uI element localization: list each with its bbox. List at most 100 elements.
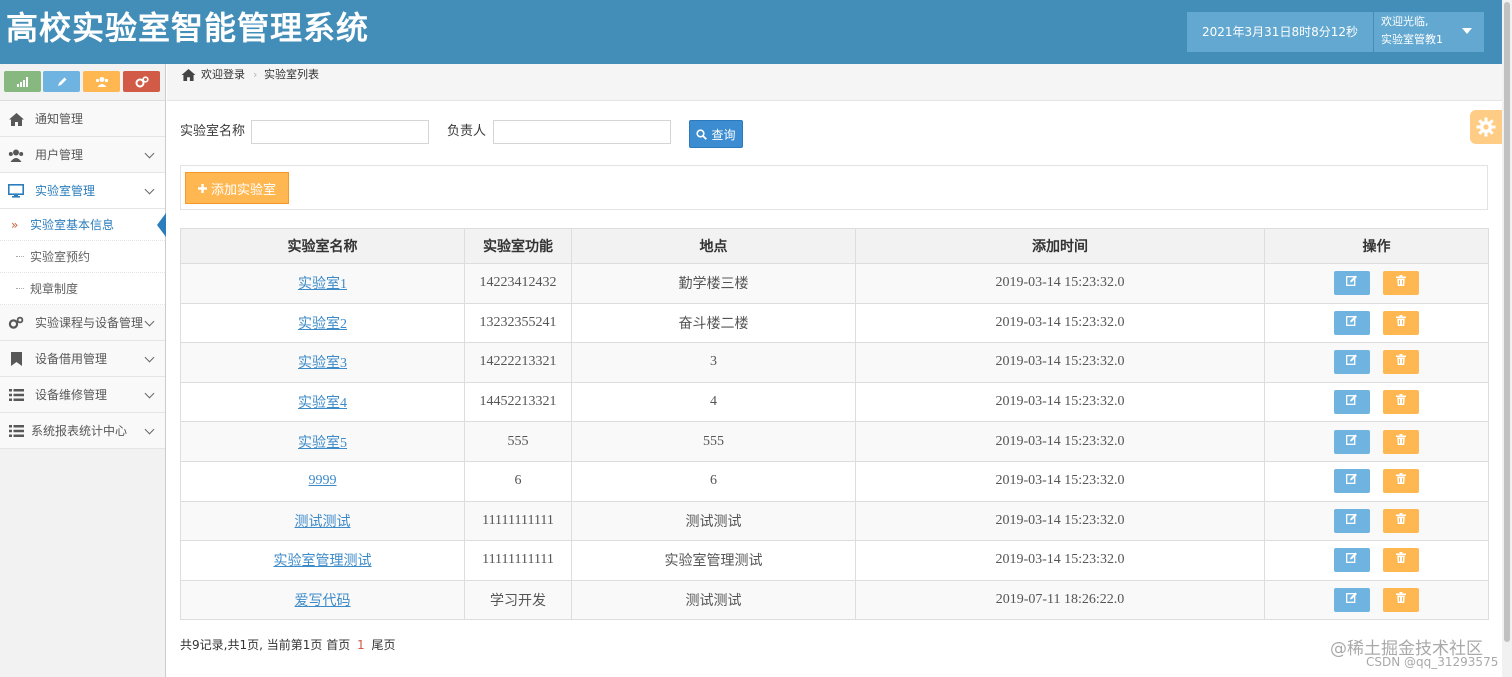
column-header-name: 实验室名称 <box>180 228 465 264</box>
search-button[interactable]: 查询 <box>689 120 743 148</box>
delete-button[interactable] <box>1383 310 1419 335</box>
chevron-down-icon <box>144 184 155 195</box>
delete-button[interactable] <box>1383 469 1419 494</box>
search-name-input[interactable] <box>251 120 429 144</box>
list-icon <box>8 423 24 439</box>
trash-icon <box>1396 275 1406 291</box>
lab-added-time-cell: 2019-03-14 15:23:32.0 <box>855 460 1265 502</box>
sidebar-subitem-lab-info[interactable]: » 实验室基本信息 <box>0 209 166 241</box>
breadcrumb-current: 实验室列表 <box>264 68 319 81</box>
home-icon <box>8 111 24 127</box>
signal-icon <box>16 76 28 87</box>
chevron-down-icon <box>144 316 155 327</box>
current-page-number[interactable]: 1 <box>357 638 365 652</box>
lab-name-link[interactable]: 实验室5 <box>298 436 347 451</box>
scrollbar-thumb[interactable] <box>1504 2 1510 642</box>
trash-icon <box>1396 552 1406 568</box>
edit-button[interactable] <box>1334 390 1370 415</box>
caret-down-icon <box>1462 28 1472 34</box>
vertical-scrollbar[interactable] <box>1502 0 1512 677</box>
pencil-icon <box>57 77 66 86</box>
sidebar-item-label: 设备借用管理 <box>35 352 108 366</box>
actions-cell <box>1264 500 1489 542</box>
edit-button[interactable] <box>1334 271 1370 296</box>
lab-name-cell: 实验室管理测试 <box>180 540 465 581</box>
sidebar-item-lab-management[interactable]: 实验室管理 <box>0 173 165 209</box>
delete-button[interactable] <box>1383 390 1419 415</box>
lab-name-link[interactable]: 9999 <box>309 473 337 488</box>
lab-name-cell: 实验室2 <box>180 302 465 344</box>
delete-button[interactable] <box>1383 588 1419 613</box>
sidebar-item-equipment-borrow[interactable]: 设备借用管理 <box>0 341 165 377</box>
lab-name-link[interactable]: 爱写代码 <box>295 594 351 609</box>
tree-line <box>16 288 24 289</box>
sidebar-subitem-rules[interactable]: 规章制度 <box>0 273 165 305</box>
lab-name-link[interactable]: 实验室1 <box>298 277 347 292</box>
sidebar-subitem-lab-booking[interactable]: 实验室预约 <box>0 241 165 273</box>
lab-function-cell: 11111111111 <box>464 540 572 581</box>
sidebar-item-label: 系统报表统计中心 <box>31 424 128 438</box>
edit-button[interactable] <box>1334 429 1370 454</box>
edit-button[interactable] <box>1334 350 1370 375</box>
shortcut-users-button[interactable] <box>83 71 120 92</box>
user-menu[interactable]: 欢迎光临, 实验室管教1 <box>1374 12 1484 52</box>
edit-button[interactable] <box>1334 310 1370 335</box>
edit-button[interactable] <box>1334 588 1370 613</box>
sidebar-item-notice[interactable]: 通知管理 <box>0 101 165 137</box>
lab-name-link[interactable]: 测试测试 <box>295 515 351 530</box>
lab-location-cell: 测试测试 <box>571 500 856 542</box>
shortcut-signal-button[interactable] <box>4 71 41 92</box>
sidebar-item-report-center[interactable]: 系统报表统计中心 <box>0 413 165 449</box>
edit-button[interactable] <box>1334 548 1370 573</box>
search-owner-input[interactable] <box>493 120 671 144</box>
actions-cell <box>1264 579 1489 621</box>
sidebar: 通知管理 用户管理 实验室管理 » 实验室基本信息 实验室预约 规章制度 实验课… <box>0 64 166 677</box>
lab-name-link[interactable]: 实验室4 <box>298 396 347 411</box>
lab-added-time-cell: 2019-07-11 18:26:22.0 <box>855 579 1265 621</box>
plus-icon <box>197 183 207 193</box>
delete-button[interactable] <box>1383 548 1419 573</box>
lab-function-cell: 11111111111 <box>464 500 572 542</box>
lab-name-link[interactable]: 实验室管理测试 <box>274 554 372 569</box>
breadcrumb: 欢迎登录 › 实验室列表 <box>167 64 1502 101</box>
first-page-link[interactable]: 首页 <box>326 638 350 652</box>
edit-icon <box>1346 315 1358 331</box>
lab-name-cell: 实验室1 <box>180 263 465 304</box>
sidebar-item-users[interactable]: 用户管理 <box>0 137 165 173</box>
delete-button[interactable] <box>1383 350 1419 375</box>
lab-location-cell: 555 <box>571 421 856 462</box>
lab-table: 实验室名称 实验室功能 地点 添加时间 操作 实验室1 14223412432 勤学… <box>180 228 1489 621</box>
table-row: 实验室1 14223412432 勤学楼三楼 2019-03-14 15:23:32.… <box>180 263 1489 304</box>
list-icon <box>8 387 24 403</box>
edit-button[interactable] <box>1334 469 1370 494</box>
toolbar: 添加实验室 <box>180 165 1488 210</box>
lab-added-time-cell: 2019-03-14 15:23:32.0 <box>855 342 1265 383</box>
sidebar-item-equipment-repair[interactable]: 设备维修管理 <box>0 377 165 413</box>
lab-name-cell: 实验室4 <box>180 381 465 423</box>
chevron-down-icon <box>144 148 155 159</box>
sidebar-item-course-equipment[interactable]: 实验课程与设备管理 <box>0 305 165 341</box>
trash-icon <box>1396 512 1406 529</box>
last-page-link[interactable]: 尾页 <box>372 638 396 652</box>
delete-button[interactable] <box>1383 429 1419 454</box>
breadcrumb-home-link[interactable]: 欢迎登录 <box>201 64 245 86</box>
delete-button[interactable] <box>1383 508 1419 533</box>
lab-name-link[interactable]: 实验室3 <box>298 356 347 371</box>
app-title: 高校实验室智能管理系统 <box>6 9 370 47</box>
table-row: 实验室3 14222213321 3 2019-03-14 15:23:32.0 <box>180 342 1489 383</box>
sidebar-item-label: 通知管理 <box>35 112 84 126</box>
chevron-down-icon <box>144 424 155 435</box>
bookmark-icon <box>8 351 24 367</box>
settings-button[interactable] <box>1470 110 1502 144</box>
table-row: 爱写代码 学习开发 测试测试 2019-07-11 18:26:22.0 <box>180 579 1489 621</box>
actions-cell <box>1264 460 1489 502</box>
search-icon <box>696 128 708 140</box>
lab-name-link[interactable]: 实验室2 <box>298 317 347 332</box>
edit-button[interactable] <box>1334 508 1370 533</box>
column-header-function: 实验室功能 <box>464 228 572 264</box>
shortcut-cogs-button[interactable] <box>123 71 160 92</box>
delete-button[interactable] <box>1383 271 1419 296</box>
shortcut-pencil-button[interactable] <box>43 71 80 92</box>
add-lab-button[interactable]: 添加实验室 <box>185 172 289 204</box>
lab-added-time-cell: 2019-03-14 15:23:32.0 <box>855 500 1265 542</box>
